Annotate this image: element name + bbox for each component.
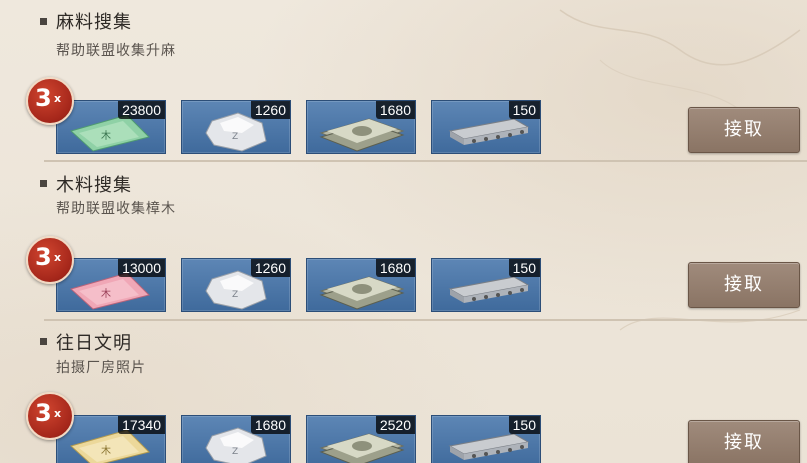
task-description: 帮助联盟收集升麻 bbox=[56, 43, 176, 59]
multiplier-suffix: x bbox=[54, 92, 62, 105]
task-title: 麻料搜集 bbox=[56, 12, 132, 33]
multiplier-badge: 3 x bbox=[26, 77, 74, 125]
task-title: 往日文明 bbox=[56, 333, 132, 354]
reward-count: 13000 bbox=[118, 259, 165, 277]
reward-slot-cash-bundle[interactable]: 1680 bbox=[306, 100, 416, 154]
reward-count: 2520 bbox=[375, 416, 415, 434]
multiplier-value: 3 bbox=[35, 84, 52, 112]
multiplier-suffix: x bbox=[54, 407, 62, 420]
svg-text:Z: Z bbox=[232, 447, 238, 457]
reward-slot-cash-bundle[interactable]: 1680 bbox=[306, 258, 416, 312]
multiplier-value: 3 bbox=[35, 399, 52, 427]
task-card: 往日文明 拍摄厂房照片 3 x 木 17340 Z 1680 2520 150 … bbox=[0, 323, 807, 463]
multiplier-badge: 3 x bbox=[26, 236, 74, 284]
reward-slot-cash-bundle[interactable]: 2520 bbox=[306, 415, 416, 463]
multiplier-value: 3 bbox=[35, 243, 52, 271]
reward-slot-concrete-slab[interactable]: 150 bbox=[431, 415, 541, 463]
reward-count: 1680 bbox=[375, 101, 415, 119]
task-card: 麻料搜集 帮助联盟收集升麻 3 x 木 23800 Z 1260 1680 15… bbox=[0, 0, 807, 162]
bullet-marker bbox=[40, 18, 47, 25]
reward-slot-silver-ore[interactable]: Z 1680 bbox=[181, 415, 291, 463]
reward-count: 1680 bbox=[375, 259, 415, 277]
task-title: 木料搜集 bbox=[56, 175, 132, 196]
task-description: 帮助联盟收集樟木 bbox=[56, 201, 176, 217]
claim-button[interactable]: 接取 bbox=[688, 420, 800, 463]
reward-count: 1260 bbox=[250, 259, 290, 277]
svg-text:Z: Z bbox=[232, 290, 238, 300]
reward-count: 1680 bbox=[250, 416, 290, 434]
bullet-marker bbox=[40, 338, 47, 345]
reward-count: 150 bbox=[508, 416, 540, 434]
claim-button[interactable]: 接取 bbox=[688, 262, 800, 308]
task-description: 拍摄厂房照片 bbox=[56, 360, 146, 376]
reward-slot-silver-ore[interactable]: Z 1260 bbox=[181, 258, 291, 312]
svg-text:木: 木 bbox=[101, 445, 111, 457]
reward-count: 150 bbox=[508, 259, 540, 277]
task-card: 木料搜集 帮助联盟收集樟木 3 x 木 13000 Z 1260 1680 15… bbox=[0, 162, 807, 324]
multiplier-suffix: x bbox=[54, 251, 62, 264]
svg-text:Z: Z bbox=[232, 132, 238, 142]
reward-slot-silver-ore[interactable]: Z 1260 bbox=[181, 100, 291, 154]
reward-count: 150 bbox=[508, 101, 540, 119]
reward-slot-concrete-slab[interactable]: 150 bbox=[431, 258, 541, 312]
reward-count: 23800 bbox=[118, 101, 165, 119]
svg-text:木: 木 bbox=[101, 130, 111, 142]
reward-count: 17340 bbox=[118, 416, 165, 434]
multiplier-badge: 3 x bbox=[26, 392, 74, 440]
bullet-marker bbox=[40, 180, 47, 187]
claim-button[interactable]: 接取 bbox=[688, 107, 800, 153]
reward-slot-concrete-slab[interactable]: 150 bbox=[431, 100, 541, 154]
svg-text:木: 木 bbox=[101, 288, 111, 300]
reward-count: 1260 bbox=[250, 101, 290, 119]
task-divider bbox=[44, 319, 807, 321]
